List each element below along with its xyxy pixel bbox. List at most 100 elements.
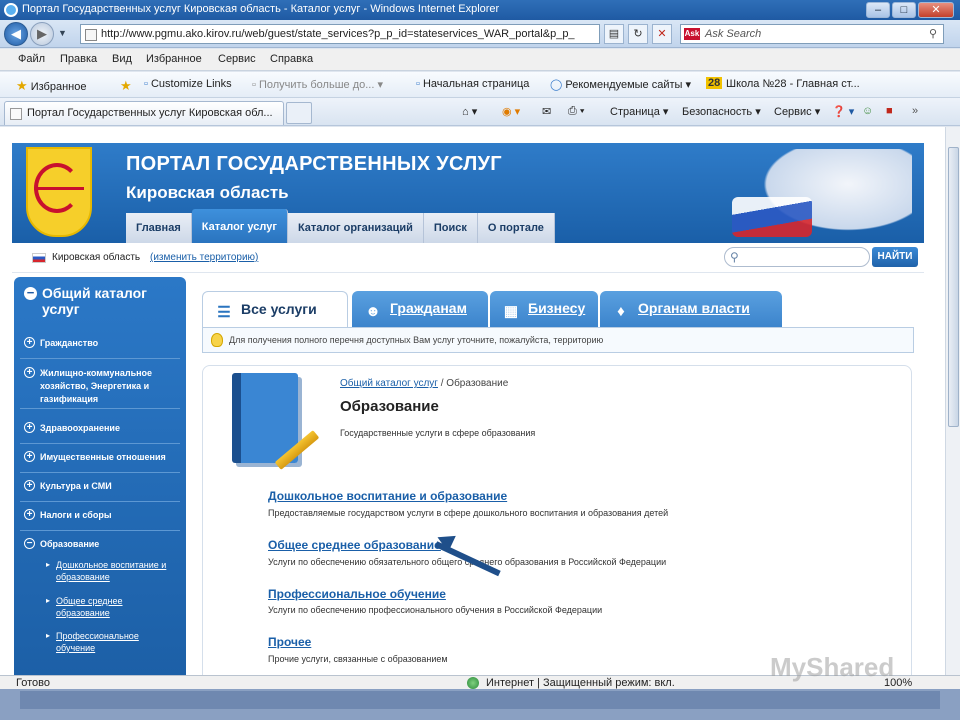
sidebar-sub-general[interactable]: Общее среднее образование: [46, 595, 178, 619]
sidebar-heading[interactable]: − Общий каталог услуг: [24, 285, 182, 317]
favorites-star-icon: ★: [16, 78, 28, 93]
page-icon: [10, 108, 22, 120]
search-input[interactable]: Ask Ask Search ⚲: [680, 24, 944, 44]
print-icon[interactable]: ⎙ ▾: [568, 105, 584, 118]
ie-page-icon: ◯: [550, 79, 563, 91]
compatibility-view-icon[interactable]: ▤: [604, 24, 624, 44]
portal-nav: Главная Каталог услуг Каталог организаци…: [126, 209, 555, 243]
fav-link-home[interactable]: ▫ Начальная страница: [416, 78, 529, 90]
hint-bar: Для получения полного перечня доступных …: [202, 327, 914, 353]
scrollbar-thumb[interactable]: [948, 147, 959, 427]
vertical-scrollbar[interactable]: [945, 127, 960, 675]
portal-search-input[interactable]: ⚲: [724, 247, 870, 267]
link-page-icon: ▫: [416, 78, 420, 90]
service-desc-other: Прочие услуги, связанные с образованием: [268, 654, 448, 664]
maximize-button[interactable]: □: [892, 2, 916, 18]
service-link-professional[interactable]: Профессиональное обучение: [268, 587, 446, 601]
add-favorites-icon[interactable]: ★: [120, 78, 132, 94]
menu-favorites[interactable]: Избранное: [146, 53, 202, 65]
change-region-link[interactable]: (изменить территорию): [150, 252, 258, 263]
sidebar-sub-preschool[interactable]: Дошкольное воспитание и образование: [46, 559, 178, 583]
forward-button[interactable]: ▶: [30, 22, 54, 46]
watermark-text: MyShared: [770, 652, 895, 682]
address-toolbar: ◀ ▶ ▼ http://www.pgmu.ako.kirov.ru/web/g…: [0, 20, 960, 48]
hint-text: Для получения полного перечня доступных …: [229, 335, 604, 345]
fav-link-suggested[interactable]: ◯ Рекомендуемые сайты ▾: [550, 78, 691, 91]
address-url: http://www.pgmu.ako.kirov.ru/web/guest/s…: [101, 28, 575, 40]
nav-about[interactable]: О портале: [477, 213, 555, 243]
service-link-general[interactable]: Общее среднее образование: [268, 538, 441, 552]
back-button[interactable]: ◀: [4, 22, 28, 46]
sidebar-item-citizenship[interactable]: + Гражданство: [20, 337, 180, 359]
expand-icon: +: [24, 509, 35, 520]
mail-icon[interactable]: ✉: [542, 105, 551, 118]
list-icon: ☰: [217, 304, 231, 321]
breadcrumb-catalog-link[interactable]: Общий каталог услуг: [340, 378, 438, 389]
menu-view[interactable]: Вид: [112, 53, 132, 65]
more-tools-icon[interactable]: »: [912, 105, 918, 117]
history-dropdown-icon[interactable]: ▼: [58, 28, 67, 38]
browser-tab-active[interactable]: Портал Государственных услуг Кировская о…: [4, 101, 284, 125]
expand-icon: +: [24, 367, 35, 378]
sidebar-item-property[interactable]: + Имущественные отношения: [20, 451, 180, 473]
sidebar-item-education[interactable]: − Образование: [20, 538, 180, 556]
link-page-icon: ▫: [252, 79, 256, 91]
menu-file[interactable]: Файл: [18, 53, 45, 65]
fav-link-customize[interactable]: ▫ Customize Links: [144, 78, 232, 90]
service-link-other[interactable]: Прочее: [268, 635, 311, 649]
home-icon[interactable]: ⌂ ▾: [462, 105, 477, 118]
safety-menu[interactable]: Безопасность ▾: [682, 105, 761, 118]
portal-header: ПОРТАЛ ГОСУДАРСТВЕННЫХ УСЛУГ Кировская о…: [12, 143, 924, 243]
messenger-icon[interactable]: ☺: [862, 105, 873, 117]
kirov-coat-of-arms-icon: [26, 147, 92, 237]
security-zone-text: Интернет | Защищенный режим: вкл.: [486, 677, 675, 689]
tab-citizens[interactable]: ☻ Гражданам: [352, 291, 488, 327]
people-icon: ☻: [365, 303, 381, 320]
lightbulb-icon: [211, 333, 223, 347]
nav-catalog[interactable]: Каталог услуг: [191, 209, 288, 243]
new-tab-button[interactable]: [286, 102, 312, 124]
tab-business[interactable]: ▦ Бизнесу: [490, 291, 598, 327]
kaspersky-icon[interactable]: ■: [886, 105, 893, 117]
nav-organizations[interactable]: Каталог организаций: [287, 213, 424, 243]
collapse-icon: −: [24, 286, 37, 300]
tab-all-services[interactable]: ☰ Все услуги: [202, 291, 348, 327]
tools-menu[interactable]: Сервис ▾: [774, 105, 820, 118]
service-desc-preschool: Предоставляемые государством услуги в сф…: [268, 508, 669, 518]
feeds-icon[interactable]: ◉ ▾: [502, 105, 520, 118]
stop-icon[interactable]: ✕: [652, 24, 672, 44]
russian-flag-image: [732, 197, 812, 237]
breadcrumb: Общий каталог услуг / Образование: [340, 378, 508, 389]
minimize-button[interactable]: –: [866, 2, 890, 18]
menu-edit[interactable]: Правка: [60, 53, 97, 65]
sidebar-sub-professional[interactable]: Профессиональное обучение: [46, 630, 178, 654]
bar-chart-icon: ▦: [503, 303, 519, 320]
portal-title: ПОРТАЛ ГОСУДАРСТВЕННЫХ УСЛУГ: [126, 153, 502, 175]
nav-home[interactable]: Главная: [126, 213, 192, 243]
close-window-button[interactable]: ✕: [918, 2, 954, 18]
page-menu[interactable]: Страница ▾: [610, 105, 668, 118]
nav-search[interactable]: Поиск: [423, 213, 478, 243]
page-content: ПОРТАЛ ГОСУДАРСТВЕННЫХ УСЛУГ Кировская о…: [0, 127, 945, 675]
help-icon[interactable]: ❓ ▾: [832, 105, 854, 118]
menu-bar: Файл Правка Вид Избранное Сервис Справка: [0, 49, 960, 71]
region-row: Кировская область (изменить территорию) …: [12, 243, 924, 273]
address-field[interactable]: http://www.pgmu.ako.kirov.ru/web/guest/s…: [80, 24, 600, 44]
sidebar-item-health[interactable]: + Здравоохранение: [20, 422, 180, 444]
favorites-bar: ★ Избранное ★ ▫ Customize Links ▫ Получи…: [0, 72, 960, 98]
favorites-button[interactable]: ★ Избранное: [16, 78, 86, 94]
service-link-preschool[interactable]: Дошкольное воспитание и образование: [268, 489, 507, 503]
sidebar-item-culture[interactable]: + Культура и СМИ: [20, 480, 180, 502]
tab-authorities[interactable]: ♦ Органам власти: [600, 291, 782, 327]
portal-subtitle: Кировская область: [126, 183, 289, 202]
sidebar-item-housing[interactable]: + Жилищно-коммунальное хозяйство, Энергет…: [20, 367, 180, 409]
fav-link-school[interactable]: Школа №28 - Главная ст...: [726, 78, 860, 90]
sidebar-item-taxes[interactable]: + Налоги и сборы: [20, 509, 180, 531]
portal-search-button[interactable]: НАЙТИ: [872, 247, 918, 267]
menu-help[interactable]: Справка: [270, 53, 313, 65]
page-description: Государственные услуги в сфере образован…: [340, 428, 536, 438]
refresh-icon[interactable]: ↻: [628, 24, 648, 44]
fav-link-get-more[interactable]: ▫ Получить больше до... ▾: [252, 78, 383, 91]
search-go-icon[interactable]: ⚲: [929, 27, 937, 40]
menu-tools[interactable]: Сервис: [218, 53, 256, 65]
